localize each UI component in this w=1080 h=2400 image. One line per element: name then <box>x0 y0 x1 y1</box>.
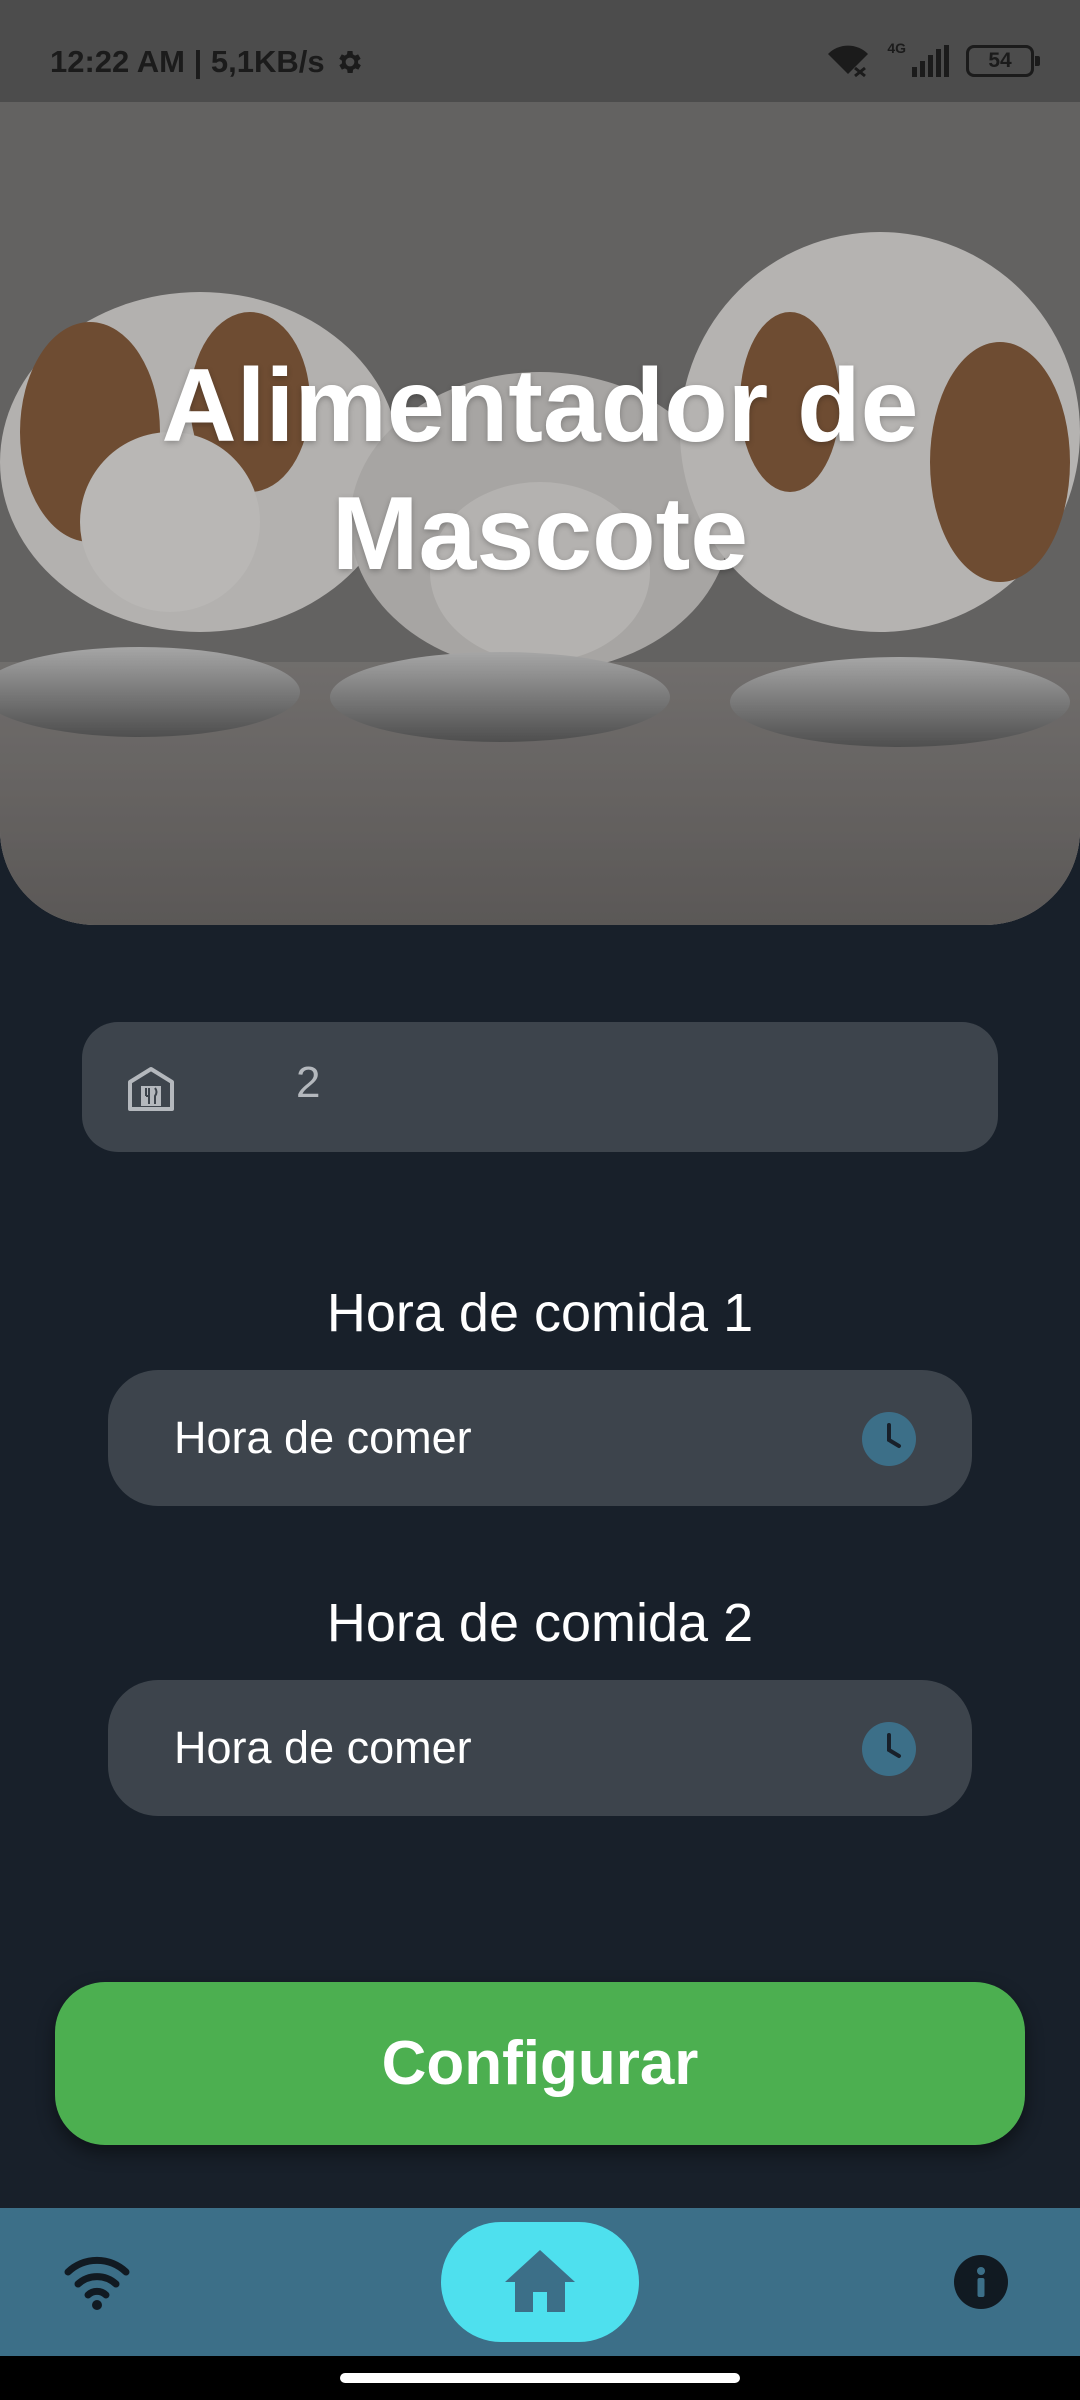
battery-level: 54 <box>988 49 1012 72</box>
bottom-navigation <box>0 2208 1080 2356</box>
food-store-icon <box>128 1067 174 1111</box>
app-title-line1: Alimentador de <box>161 348 919 464</box>
nav-home-button[interactable] <box>441 2222 639 2342</box>
app-title-line2: Mascote <box>331 476 749 592</box>
meal-time-1-placeholder: Hora de comer <box>174 1412 472 1463</box>
home-icon <box>505 2250 575 2312</box>
network-type-label: 4G <box>887 40 906 56</box>
settings-gear-icon <box>338 51 361 73</box>
meal-time-1-picker[interactable]: Hora de comer <box>108 1370 972 1506</box>
food-quantity-field[interactable]: 2 <box>82 1022 998 1152</box>
clock-icon[interactable] <box>862 1722 916 1776</box>
meal-time-2-picker[interactable]: Hora de comer <box>108 1680 972 1816</box>
status-bar: 12:22 AM | 5,1KB/s 4G 54 <box>0 0 1080 102</box>
status-right: 4G 54 <box>825 40 1040 78</box>
wifi-icon[interactable] <box>62 2252 132 2312</box>
meal-time-1-label: Hora de comida 1 <box>326 1283 754 1343</box>
wifi-status-icon <box>828 45 869 78</box>
hero-banner: Alimentador de Mascote <box>0 102 1080 925</box>
status-left: 12:22 AM | 5,1KB/s <box>50 44 365 80</box>
food-quantity-value: 2 <box>296 1058 321 1107</box>
gesture-handle[interactable] <box>340 2373 740 2383</box>
battery-indicator: 54 <box>966 45 1040 77</box>
signal-icon <box>912 45 949 77</box>
configure-button[interactable]: Configurar <box>55 1982 1025 2145</box>
app-title: Alimentador de Mascote <box>0 342 1080 598</box>
status-time-speed: 12:22 AM | 5,1KB/s <box>50 44 325 79</box>
clock-icon[interactable] <box>862 1412 916 1466</box>
meal-time-2-label: Hora de comida 2 <box>326 1593 754 1653</box>
info-icon[interactable] <box>953 2254 1009 2310</box>
meal-time-2-placeholder: Hora de comer <box>174 1722 472 1773</box>
app-screen: 12:22 AM | 5,1KB/s 4G 54 Alimentador de … <box>0 0 1080 2400</box>
